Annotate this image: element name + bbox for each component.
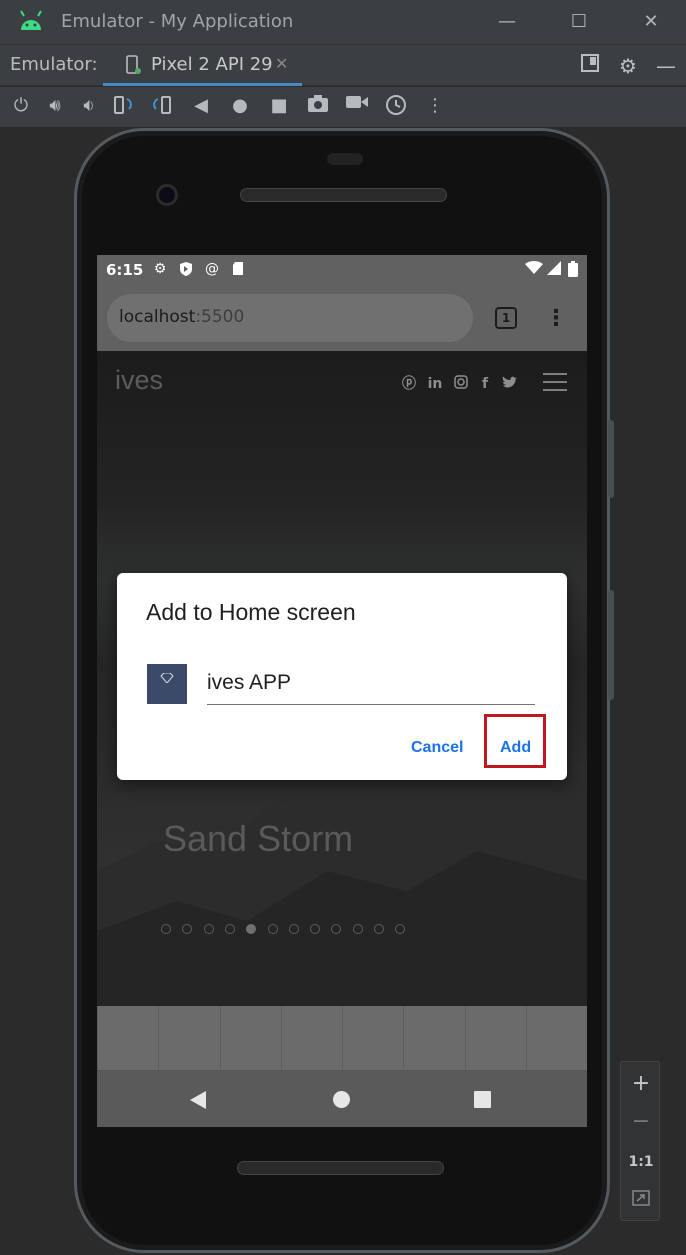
footer-thumbnail[interactable] <box>525 1006 587 1070</box>
dialog-title: Add to Home screen <box>146 599 356 625</box>
emulator-tab-bar: Emulator: Pixel 2 API 29 ✕ ⚙ — <box>0 44 686 86</box>
slide-dot[interactable] <box>352 924 363 934</box>
sd-card-status-icon <box>230 261 246 278</box>
zoom-controls: + − 1:1 <box>620 1061 660 1221</box>
pinterest-icon[interactable]: ⓟ <box>400 375 418 393</box>
gear-icon[interactable]: ⚙ <box>615 53 641 79</box>
footer-thumbnail[interactable] <box>219 1006 281 1070</box>
home-icon[interactable]: ● <box>227 93 253 119</box>
slide-dot[interactable] <box>161 924 171 934</box>
slide-dot[interactable] <box>203 924 214 934</box>
screen-record-icon[interactable] <box>344 93 370 119</box>
nav-home-icon[interactable] <box>333 1091 350 1108</box>
instagram-icon[interactable] <box>452 375 470 393</box>
minimize-button[interactable]: — <box>492 8 522 36</box>
rotate-right-icon[interactable] <box>149 93 175 119</box>
footer-thumbnail[interactable] <box>464 1006 526 1070</box>
twitter-icon[interactable] <box>500 375 518 393</box>
footer-thumbnail[interactable] <box>280 1006 342 1070</box>
layout-icon[interactable] <box>577 53 603 79</box>
close-window-button[interactable]: ✕ <box>636 8 666 36</box>
emulator-toolbar: ⏻ 🔊︎ 🔉︎ ◀ ● ■ ⋮ <box>0 87 686 127</box>
overview-icon[interactable]: ■ <box>266 93 292 119</box>
tab-close-icon[interactable]: ✕ <box>275 54 288 73</box>
rotate-left-icon[interactable] <box>110 93 136 119</box>
emulator-window: { "window": { "title": "Emulator - My Ap… <box>0 0 686 1255</box>
bottom-speaker <box>237 1161 444 1175</box>
settings-status-icon: ⚙ <box>153 261 167 277</box>
hide-panel-icon[interactable]: — <box>653 53 679 79</box>
footer-thumbnail[interactable] <box>97 1006 158 1070</box>
device-notch <box>327 153 363 165</box>
slide-dot[interactable] <box>224 924 235 934</box>
tab-pixel-2-api-29[interactable]: Pixel 2 API 29 ✕ <box>103 45 302 86</box>
fit-screen-icon[interactable] <box>621 1182 661 1218</box>
top-speaker <box>240 188 447 202</box>
at-status-icon: @ <box>205 261 219 277</box>
more-icon[interactable]: ⋮ <box>422 93 448 119</box>
nav-recents-icon[interactable] <box>474 1091 491 1108</box>
linkedin-icon[interactable]: in <box>426 375 444 393</box>
url-port: :5500 <box>195 307 245 327</box>
back-icon[interactable]: ◀ <box>188 93 214 119</box>
hamburger-menu-icon[interactable] <box>543 373 567 391</box>
active-tab-indicator <box>103 83 302 86</box>
battery-icon <box>565 261 581 278</box>
device-icon <box>126 55 141 74</box>
facebook-icon[interactable]: f <box>476 375 494 393</box>
shield-status-icon <box>178 261 194 278</box>
volume-up-icon[interactable]: 🔊︎ <box>42 93 68 119</box>
window-title: Emulator - My Application <box>61 11 294 32</box>
footer-thumbnails <box>97 1006 587 1070</box>
android-icon <box>20 10 42 30</box>
browser-menu-icon[interactable]: ⋮ <box>545 305 567 333</box>
browser-toolbar: localhost:5500 1 ⋮ <box>97 285 587 351</box>
actual-size-button[interactable]: 1:1 <box>621 1144 661 1180</box>
slide-caption: Sand Storm <box>163 818 354 859</box>
snapshot-icon[interactable] <box>383 93 409 119</box>
slide-dot[interactable] <box>267 924 278 934</box>
front-camera <box>156 184 178 206</box>
nav-back-icon[interactable] <box>190 1091 206 1109</box>
footer-thumbnail[interactable] <box>158 1006 219 1070</box>
maximize-button[interactable]: ☐ <box>564 8 594 36</box>
android-nav-bar <box>97 1070 587 1127</box>
app-name-field[interactable]: ives APP <box>207 669 535 705</box>
volume-down-icon[interactable]: 🔉︎ <box>76 93 102 119</box>
footer-thumbnail[interactable] <box>342 1006 403 1070</box>
volume-side-button <box>608 590 614 700</box>
android-status-bar: 6:15 ⚙ @ <box>97 255 587 285</box>
footer-thumbnail[interactable] <box>403 1006 464 1070</box>
power-side-button <box>608 420 614 498</box>
url-host: localhost <box>119 307 196 327</box>
tab-label: Pixel 2 API 29 <box>151 54 273 75</box>
zoom-in-button[interactable]: + <box>621 1066 661 1102</box>
add-button-highlight <box>484 714 546 768</box>
zoom-out-button[interactable]: − <box>621 1104 661 1140</box>
title-bar: Emulator - My Application — ☐ ✕ <box>0 0 686 44</box>
diamond-icon <box>160 673 174 683</box>
signal-icon <box>546 261 562 278</box>
cancel-button[interactable]: Cancel <box>411 739 463 757</box>
site-logo[interactable]: ives <box>115 365 163 396</box>
wifi-icon <box>525 261 543 278</box>
screenshot-icon[interactable] <box>305 93 331 119</box>
emulator-label: Emulator: <box>10 54 98 75</box>
app-icon <box>147 664 187 704</box>
slide-dot[interactable] <box>288 924 299 934</box>
tab-switcher-button[interactable]: 1 <box>495 307 517 329</box>
status-time: 6:15 <box>106 261 144 279</box>
url-text[interactable]: localhost:5500 <box>119 307 244 327</box>
power-icon[interactable]: ⏻ <box>8 93 34 119</box>
slide-dot[interactable] <box>374 924 384 934</box>
